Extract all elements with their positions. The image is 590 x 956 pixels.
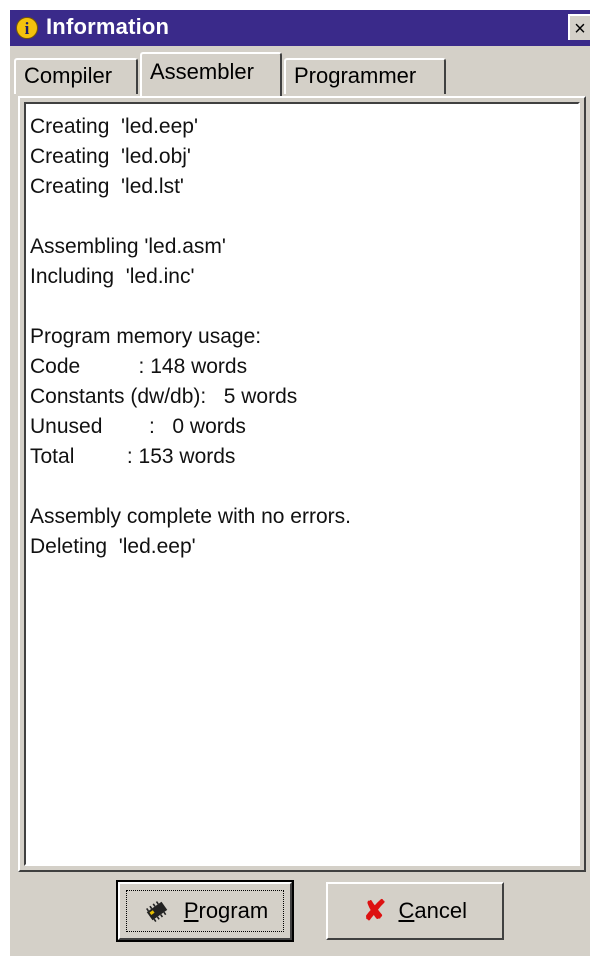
tab-compiler[interactable]: Compiler xyxy=(14,58,138,94)
program-button-label: Program xyxy=(183,898,269,923)
output-line: Deleting 'led.eep' xyxy=(30,535,196,558)
red-x-icon: ✘ xyxy=(363,895,387,926)
info-icon: i xyxy=(16,17,38,39)
window-title: Information xyxy=(46,14,170,39)
output-line: Including 'led.inc' xyxy=(30,265,195,288)
output-line: Creating 'led.lst' xyxy=(30,175,184,198)
output-line: Assembly complete with no errors. xyxy=(30,505,351,528)
cancel-button-label: Cancel xyxy=(398,898,467,923)
chip-icon xyxy=(145,901,168,923)
title-bar[interactable]: i Information × xyxy=(10,10,590,46)
close-button[interactable]: × xyxy=(568,14,590,40)
tab-programmer[interactable]: Programmer xyxy=(284,58,446,94)
tab-assembler[interactable]: Assembler xyxy=(140,52,282,96)
output-line: Constants (dw/db): 5 words xyxy=(30,385,298,408)
output-line: Unused : 0 words xyxy=(30,415,246,438)
output-line: Program memory usage: xyxy=(30,325,262,348)
cancel-button[interactable]: ✘ Cancel xyxy=(326,882,504,940)
output-line: Assembling 'led.asm' xyxy=(30,235,226,258)
program-button[interactable]: Program xyxy=(116,880,294,942)
output-text-area[interactable]: Creating 'led.eep' Creating 'led.obj' Crea… xyxy=(24,102,580,866)
output-line: Total : 153 words xyxy=(30,445,236,468)
information-dialog: i Information × Compiler Assembler Progr… xyxy=(10,10,590,956)
tab-strip: Compiler Assembler Programmer xyxy=(14,52,574,98)
output-line: Code : 148 words xyxy=(30,355,248,378)
output-line: Creating 'led.obj' xyxy=(30,145,191,168)
output-line: Creating 'led.eep' xyxy=(30,115,198,138)
assembler-panel: Creating 'led.eep' Creating 'led.obj' Crea… xyxy=(18,96,586,872)
